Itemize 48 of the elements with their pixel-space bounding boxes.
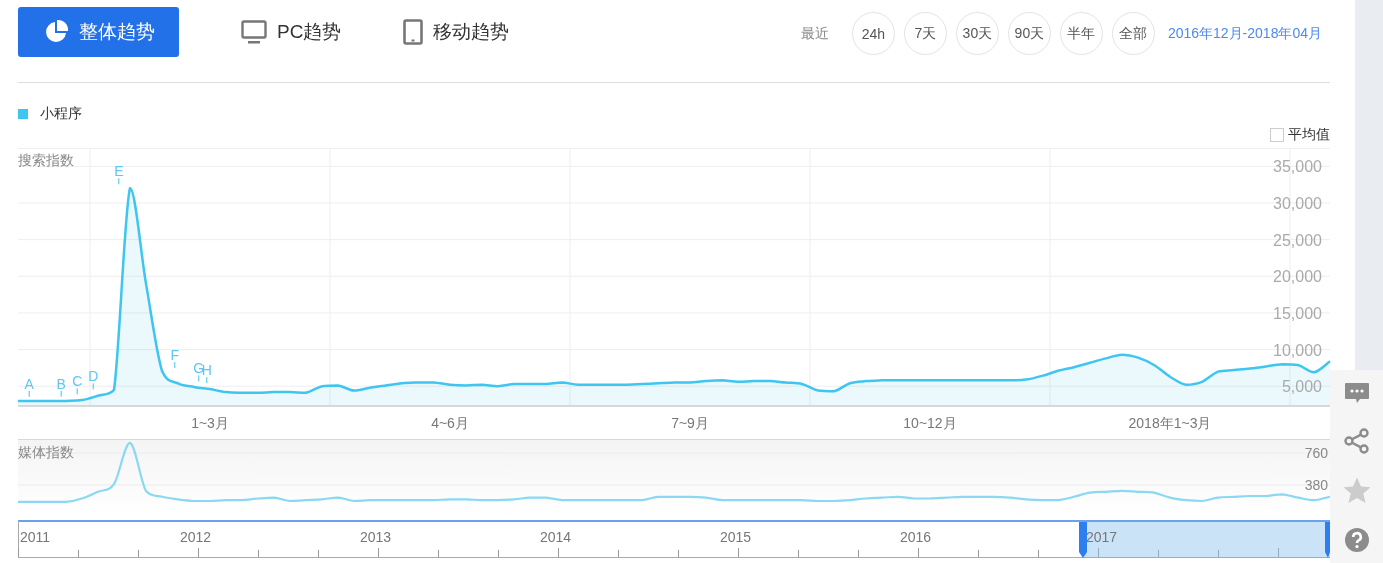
y-tick-label: 15,000 xyxy=(1273,304,1322,322)
y-tick-label: 380 xyxy=(1304,477,1328,493)
annotation: C xyxy=(72,373,83,390)
year-label: 2014 xyxy=(540,529,572,545)
x-tick-label: 1~3月 xyxy=(191,415,229,431)
year-label: 2012 xyxy=(180,529,212,545)
x-tick-label: 4~6月 xyxy=(431,415,469,431)
period-button[interactable]: 90天 xyxy=(1007,12,1051,55)
trend-tab[interactable]: 整体趋势 xyxy=(18,7,179,57)
selected-range[interactable] xyxy=(1083,522,1330,557)
annotation: A xyxy=(24,375,35,392)
y-tick-label: 5,000 xyxy=(1281,378,1322,396)
year-label: 2017 xyxy=(1086,529,1118,545)
annotation: E xyxy=(114,163,124,180)
x-tick-label: 2018年1~3月 xyxy=(1128,415,1212,431)
tablet-icon xyxy=(403,19,424,45)
period-button[interactable]: 全部 xyxy=(1111,12,1155,55)
period-button[interactable]: 24h xyxy=(851,12,895,55)
year-label: 2016 xyxy=(900,529,932,545)
annotation: D xyxy=(88,368,99,385)
y-tick-label: 760 xyxy=(1304,445,1328,462)
y-tick-label: 30,000 xyxy=(1273,194,1322,212)
annotation: F xyxy=(170,347,180,364)
trend-tab[interactable]: PC趋势 xyxy=(241,7,342,57)
annotation: B xyxy=(56,375,66,392)
help-icon[interactable] xyxy=(1343,526,1370,553)
year-label: 2015 xyxy=(720,529,752,545)
year-label: 2011 xyxy=(20,529,51,545)
y-tick-label: 20,000 xyxy=(1273,268,1322,286)
x-tick-label: 10~12月 xyxy=(903,415,957,431)
year-label: 2013 xyxy=(360,529,392,545)
y-tick-label: 35,000 xyxy=(1273,158,1322,176)
y-tick-label: 25,000 xyxy=(1273,231,1322,249)
x-tick-label: 7~9月 xyxy=(671,415,709,431)
range-handle[interactable] xyxy=(1079,522,1087,558)
period-button[interactable]: 30天 xyxy=(955,12,999,55)
period-button[interactable]: 7天 xyxy=(903,12,947,55)
legend-label[interactable]: 小程序 xyxy=(40,105,82,123)
recent-label: 最近 xyxy=(800,24,829,43)
monitor-icon xyxy=(241,20,267,44)
share-icon[interactable] xyxy=(1342,427,1371,456)
trend-tab[interactable]: 移动趋势 xyxy=(403,7,510,57)
date-range-link[interactable]: 2016年12月-2018年04月 xyxy=(1167,24,1322,43)
average-checkbox[interactable]: 平均值 xyxy=(1270,125,1330,145)
period-button[interactable]: 半年 xyxy=(1059,12,1103,55)
y-axis-title: 搜索指数 xyxy=(18,152,74,168)
y-axis-title: 媒体指数 xyxy=(18,444,74,460)
y-tick-label: 10,000 xyxy=(1273,341,1322,359)
